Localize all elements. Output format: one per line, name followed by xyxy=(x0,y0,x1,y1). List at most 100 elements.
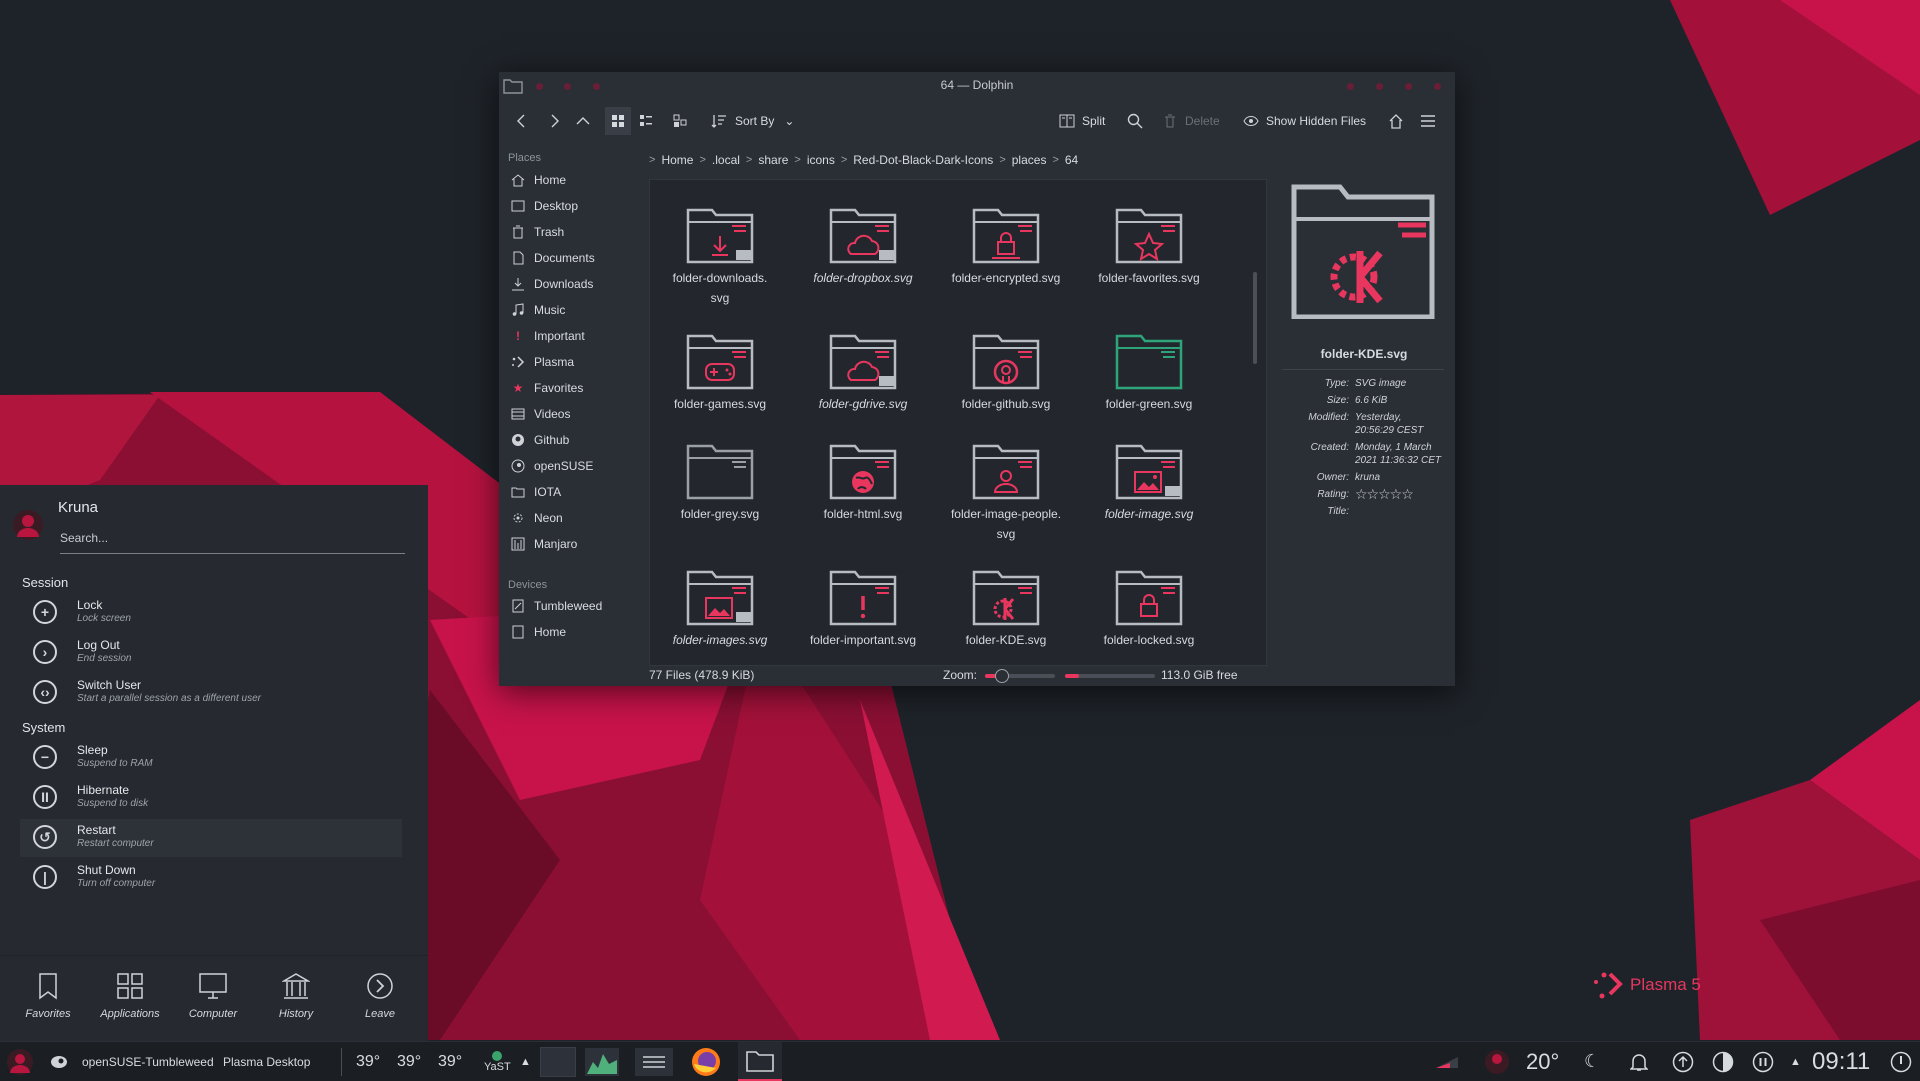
sleep-button[interactable]: − Sleep Suspend to RAM xyxy=(20,739,402,777)
pager-desktop[interactable] xyxy=(540,1042,576,1081)
clock[interactable]: 09:11 xyxy=(1812,1042,1870,1081)
tab-computer[interactable]: Computer xyxy=(173,972,253,1020)
scrollbar-handle[interactable] xyxy=(1253,272,1257,364)
tab-leave[interactable]: Leave xyxy=(340,972,420,1020)
activity-name[interactable]: Plasma Desktop xyxy=(223,1042,310,1081)
updates-icon[interactable] xyxy=(1672,1042,1694,1081)
shut-down-button[interactable]: | Shut Down Turn off computer xyxy=(20,859,402,897)
home-icon xyxy=(1389,114,1403,129)
file-item[interactable]: folder-image-people. svg xyxy=(936,436,1076,540)
file-item[interactable]: folder-locked.svg xyxy=(1079,562,1219,646)
launcher-button[interactable] xyxy=(6,1042,34,1081)
tab-history[interactable]: History xyxy=(256,972,336,1020)
forward-button[interactable] xyxy=(547,110,561,132)
tab-applications[interactable]: Applications xyxy=(90,972,170,1020)
close-button[interactable] xyxy=(1434,83,1441,90)
file-item[interactable]: folder-grey.svg xyxy=(650,436,790,520)
breadcrumb-item[interactable]: > icons xyxy=(794,153,834,167)
place-music[interactable]: Music xyxy=(509,299,635,321)
chevron-right-icon: > xyxy=(999,154,1006,166)
file-item[interactable]: folder-images.svg xyxy=(650,562,790,646)
power-icon: | xyxy=(33,865,57,889)
zoom-slider-handle[interactable] xyxy=(995,669,1009,683)
weather-icon[interactable] xyxy=(1484,1042,1510,1081)
media-pause-icon[interactable] xyxy=(1752,1042,1774,1081)
place-videos[interactable]: Videos xyxy=(509,403,635,425)
file-item[interactable]: folder-gdrive.svg xyxy=(793,326,933,410)
firefox-task[interactable] xyxy=(690,1042,722,1081)
file-item[interactable]: folder-github.svg xyxy=(936,326,1076,410)
file-item[interactable]: folder-important.svg xyxy=(793,562,933,646)
back-button[interactable] xyxy=(515,110,529,132)
place-trash[interactable]: Trash xyxy=(509,221,635,243)
minimize-button[interactable] xyxy=(1376,83,1383,90)
breadcrumb-item[interactable]: > places xyxy=(999,153,1046,167)
breadcrumb-item[interactable]: > share xyxy=(746,153,788,167)
night-color-icon[interactable]: ☾ xyxy=(1584,1042,1600,1081)
place-iota[interactable]: IOTA xyxy=(509,481,635,503)
meta-key: Title: xyxy=(1327,506,1349,517)
dolphin-task[interactable] xyxy=(738,1042,782,1081)
compact-view-button[interactable] xyxy=(639,110,653,132)
rating-stars[interactable]: ☆☆☆☆☆ xyxy=(1355,486,1445,503)
file-item[interactable]: folder-green.svg xyxy=(1079,326,1219,410)
chevron-up-icon[interactable]: ▲ xyxy=(520,1042,531,1081)
search-button[interactable] xyxy=(1127,110,1143,132)
delete-button[interactable]: Delete xyxy=(1163,110,1220,132)
place-desktop[interactable]: Desktop xyxy=(509,195,635,217)
device-home[interactable]: Home xyxy=(509,621,635,643)
file-item[interactable]: folder-dropbox.svg xyxy=(793,200,933,284)
volume-icon[interactable] xyxy=(1712,1042,1734,1081)
file-name: folder-green.svg xyxy=(1105,397,1193,411)
sort-by-button[interactable]: Sort By ⌄ xyxy=(711,110,794,132)
place-opensuse[interactable]: openSUSE xyxy=(509,455,635,477)
place-plasma[interactable]: Plasma xyxy=(509,351,635,373)
tray-expand-icon[interactable]: ▲ xyxy=(1790,1042,1801,1081)
file-item[interactable]: folder-downloads. svg xyxy=(650,200,790,304)
place-github[interactable]: Github xyxy=(509,429,635,451)
place-documents[interactable]: Documents xyxy=(509,247,635,269)
place-manjaro[interactable]: Manjaro xyxy=(509,533,635,555)
tab-favorites[interactable]: Favorites xyxy=(8,972,88,1020)
settings-task[interactable] xyxy=(635,1042,673,1081)
file-item[interactable]: folder-image.svg xyxy=(1079,436,1219,520)
hibernate-button[interactable]: II Hibernate Suspend to disk xyxy=(20,779,402,817)
file-item[interactable]: folder-games.svg xyxy=(650,326,790,410)
up-button[interactable] xyxy=(576,110,590,132)
breadcrumb-item[interactable]: > .local xyxy=(699,153,739,167)
breadcrumb-item[interactable]: > Home xyxy=(649,153,693,167)
maximize-button[interactable] xyxy=(1405,83,1412,90)
menu-button[interactable] xyxy=(1420,110,1436,132)
place-favorites[interactable]: ★ Favorites xyxy=(509,377,635,399)
lock-button[interactable]: + Lock Lock screen xyxy=(20,594,402,632)
device-tumbleweed[interactable]: Tumbleweed xyxy=(509,595,635,617)
details-view-button[interactable] xyxy=(673,110,687,132)
file-item[interactable]: folder-KDE.svg xyxy=(936,562,1076,646)
yast-button[interactable]: YaST xyxy=(484,1042,511,1081)
place-downloads[interactable]: Downloads xyxy=(509,273,635,295)
system-monitor-task[interactable] xyxy=(585,1042,619,1081)
search-input[interactable]: Search... xyxy=(60,531,405,554)
breadcrumb-item[interactable]: > Red-Dot-Black-Dark-Icons xyxy=(841,153,993,167)
log-out-button[interactable]: › Log Out End session xyxy=(20,634,402,672)
breadcrumb-item[interactable]: >64 xyxy=(1052,153,1078,167)
file-item[interactable]: folder-favorites.svg xyxy=(1079,200,1219,284)
place-home[interactable]: Home xyxy=(509,169,635,191)
place-neon[interactable]: Neon xyxy=(509,507,635,529)
show-hidden-files-button[interactable]: Show Hidden Files xyxy=(1243,110,1366,132)
switch-user-button[interactable]: ‹› Switch User Start a parallel session as… xyxy=(20,674,402,712)
keep-above-button[interactable] xyxy=(1347,83,1354,90)
zoom-slider[interactable] xyxy=(985,669,1055,683)
weather-temp[interactable]: 20° xyxy=(1526,1042,1559,1081)
restart-button[interactable]: ↺ Restart Restart computer xyxy=(20,819,402,857)
notifications-icon[interactable] xyxy=(1630,1042,1648,1081)
file-item[interactable]: folder-encrypted.svg xyxy=(936,200,1076,284)
network-icon[interactable] xyxy=(1434,1042,1460,1081)
icons-view-button[interactable] xyxy=(605,107,631,135)
power-icon[interactable] xyxy=(1890,1042,1912,1081)
file-item[interactable]: folder-html.svg xyxy=(793,436,933,520)
split-button[interactable]: Split xyxy=(1059,110,1105,132)
folder-icon xyxy=(511,485,525,499)
place-important[interactable]: ! Important xyxy=(509,325,635,347)
home-button[interactable] xyxy=(1388,110,1404,132)
